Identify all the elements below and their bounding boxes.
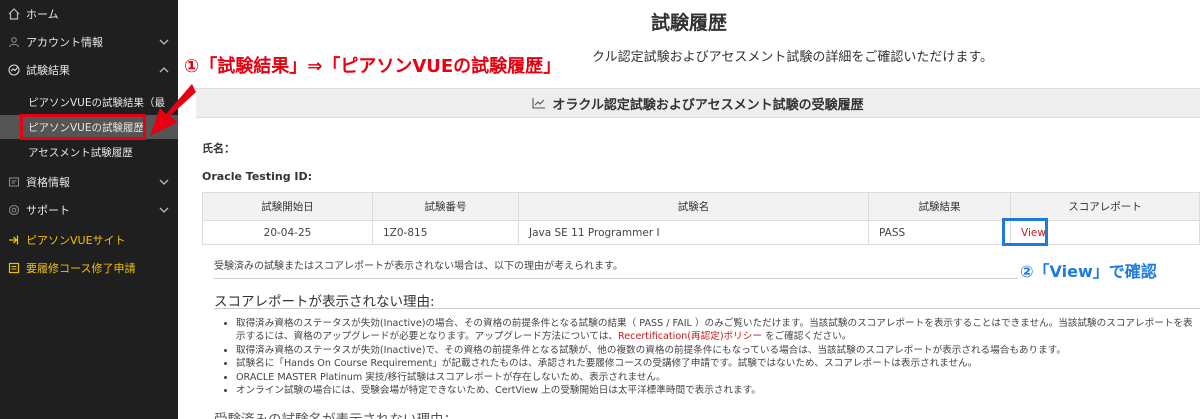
highlight-box-sidebar <box>20 114 146 140</box>
sidebar-item-label: サポート <box>26 204 70 217</box>
sidebar-item-label: ピアソンVUEサイト <box>26 234 126 247</box>
list-item: 取得済み資格のステータスが失効(Inactive)で、その資格の前提条件となる試… <box>236 344 1200 357</box>
chevron-up-icon <box>159 67 169 73</box>
list-item: 試験名に「Hands On Course Requirement」が記載されたも… <box>236 357 1200 370</box>
sidebar-item-label: アカウント情報 <box>26 36 103 49</box>
col-header-report: スコアレポート <box>1010 192 1200 221</box>
page-subtitle: クル認定試験およびアセスメント試験の詳細をご確認いただけます。 <box>592 50 994 65</box>
exam-history-table: 試験開始日 試験番号 試験名 試験結果 スコアレポート 20-04-25 1Z0… <box>202 192 1200 245</box>
sidebar-item-support[interactable]: サポート <box>0 196 178 224</box>
sidebar-item-exam-results[interactable]: 試験結果 <box>0 56 178 84</box>
reasons-list: 取得済み資格のステータスが失効(Inactive)の場合、その資格の前提条件とな… <box>224 317 1200 397</box>
main-content: 試験履歴 クル認定試験およびアセスメント試験の詳細をご確認いただけます。 ①「試… <box>178 0 1200 419</box>
sidebar-subitem-assessment-history[interactable]: アセスメント試験履歴 <box>0 140 178 164</box>
page-title: 試験履歴 <box>650 12 727 34</box>
line-chart-icon <box>532 98 546 109</box>
cell-result: PASS <box>868 220 1011 245</box>
sidebar-item-course-application[interactable]: 要履修コース修了申請 <box>0 254 178 282</box>
sidebar-subitem-label: アセスメント試験履歴 <box>28 146 133 159</box>
sidebar-item-certifications[interactable]: 資格情報 <box>0 168 178 196</box>
user-icon <box>6 34 22 50</box>
annotation-step2: ②「View」で確認 <box>1018 258 1159 282</box>
form-icon <box>6 260 22 276</box>
recertification-policy-link[interactable]: Recertification(再認定)ポリシー <box>618 331 762 342</box>
sidebar-item-label: 資格情報 <box>26 176 70 189</box>
sidebar-item-home[interactable]: ホーム <box>0 0 178 28</box>
highlight-box-view <box>1002 218 1048 246</box>
table-header-row: 試験開始日 試験番号 試験名 試験結果 スコアレポート <box>202 192 1200 221</box>
table-row: 20-04-25 1Z0-815 Java SE 11 Programmer I… <box>202 220 1200 245</box>
chevron-down-icon <box>159 207 169 213</box>
sidebar-subitem-label: ピアソンVUEの試験結果（最 <box>28 96 166 109</box>
panel-header: オラクル認定試験およびアセスメント試験の受験履歴 <box>196 88 1200 118</box>
sidebar-item-account[interactable]: アカウント情報 <box>0 28 178 56</box>
sidebar: ホーム アカウント情報 試験結果 ピアソンVUEの試験結果（最 ピアソンVUEの… <box>0 0 178 419</box>
list-item: ORACLE MASTER Platinum 実技/移行試験はスコアレポートが存… <box>236 371 1200 384</box>
col-header-date: 試験開始日 <box>202 192 373 221</box>
name-label: 氏名： <box>202 142 235 155</box>
cell-date: 20-04-25 <box>202 220 373 245</box>
certificate-icon <box>6 174 22 190</box>
testing-id-label: Oracle Testing ID: <box>202 170 313 183</box>
results-icon <box>6 62 22 78</box>
divider <box>214 278 1034 279</box>
reasons-title-2: 受験済みの試験名が表示されない理由： <box>214 408 457 419</box>
col-header-number: 試験番号 <box>372 192 519 221</box>
chevron-down-icon <box>159 179 169 185</box>
sidebar-item-label: 要履修コース修了申請 <box>26 262 136 275</box>
cell-number: 1Z0-815 <box>372 220 519 245</box>
sidebar-item-pearson-site[interactable]: ピアソンVUEサイト <box>0 226 178 254</box>
list-item: オンライン試験の場合には、受験会場が特定できないため、CertView 上の受験… <box>236 384 1200 397</box>
annotation-step1: ①「試験結果」⇒「ピアソンVUEの試験履歴」 <box>182 52 564 78</box>
col-header-result: 試験結果 <box>868 192 1011 221</box>
chevron-down-icon <box>159 39 169 45</box>
sidebar-item-label: ホーム <box>26 8 59 21</box>
home-icon <box>6 6 22 22</box>
external-link-icon <box>6 232 22 248</box>
reasons-title: スコアレポートが表示されない理由: <box>214 294 435 310</box>
notice-text: 受験済みの試験またはスコアレポートが表示されない場合は、以下の理由が考えられます… <box>214 261 623 272</box>
col-header-name: 試験名 <box>518 192 869 221</box>
panel-title: オラクル認定試験およびアセスメント試験の受験履歴 <box>552 97 864 113</box>
sidebar-item-label: 試験結果 <box>26 64 70 77</box>
cell-name: Java SE 11 Programmer I <box>518 220 869 245</box>
support-icon <box>6 202 22 218</box>
divider <box>214 308 1200 309</box>
list-item: 取得済み資格のステータスが失効(Inactive)の場合、その資格の前提条件とな… <box>236 317 1200 344</box>
